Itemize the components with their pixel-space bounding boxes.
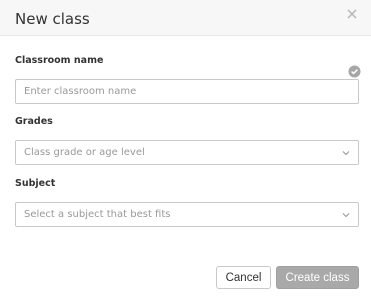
close-icon[interactable] [344, 6, 360, 22]
check-circle-icon [348, 65, 361, 78]
grades-placeholder: Class grade or age level [24, 147, 145, 158]
cancel-button[interactable]: Cancel [216, 266, 271, 289]
chevron-down-icon [342, 150, 350, 155]
subject-select[interactable]: Select a subject that best fits [15, 202, 359, 227]
dialog-header: New class [0, 0, 371, 36]
dialog-title: New class [15, 10, 90, 28]
chevron-down-icon [342, 212, 350, 217]
create-class-button[interactable]: Create class [276, 266, 359, 289]
grades-select[interactable]: Class grade or age level [15, 140, 359, 165]
subject-placeholder: Select a subject that best fits [24, 209, 171, 220]
subject-label: Subject [15, 178, 56, 189]
classroom-name-input[interactable] [15, 79, 359, 104]
grades-label: Grades [15, 116, 53, 127]
classroom-name-label: Classroom name [15, 55, 104, 66]
